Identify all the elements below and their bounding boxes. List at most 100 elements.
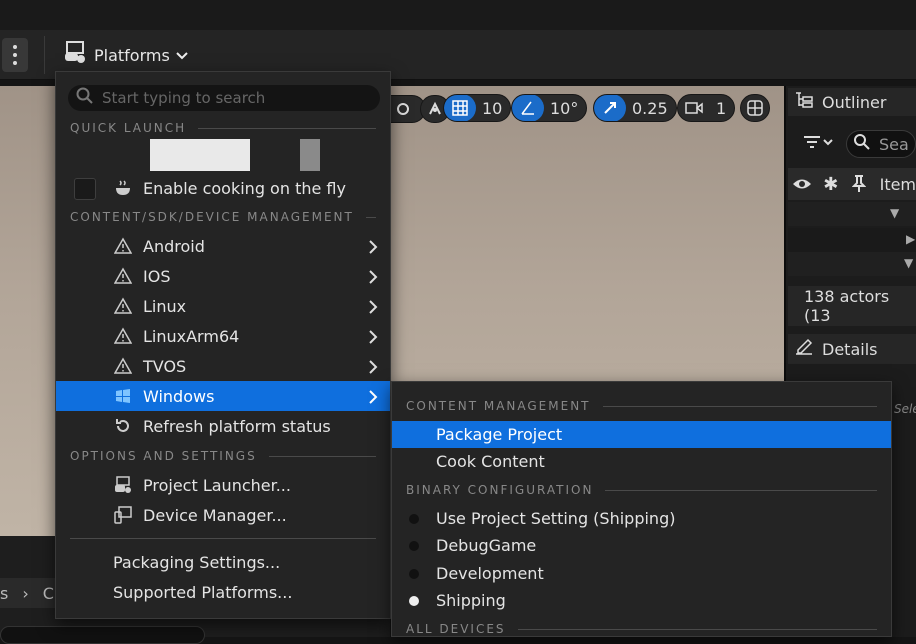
collapse-icon[interactable]: ▶ [906, 232, 915, 246]
scale-snap-icon[interactable] [594, 95, 626, 121]
radio-icon[interactable] [409, 568, 419, 579]
windows-platform-icon [114, 387, 132, 405]
windows-submenu: CONTENT MANAGEMENT Package Project Cook … [391, 381, 892, 637]
platform-item-linux[interactable]: Linux [56, 291, 390, 321]
title-bar [0, 0, 916, 30]
config-item-debuggame[interactable]: DebugGame [392, 532, 891, 559]
platform-item-tvos[interactable]: TVOS [56, 351, 390, 381]
tree-row[interactable]: ▼ [788, 202, 916, 226]
chevron-right-icon [368, 389, 378, 408]
tree-row[interactable]: ▶ [788, 228, 916, 252]
outliner-header-row: ✱ Item [788, 168, 916, 200]
warning-icon [114, 237, 132, 255]
all-devices-header: ALL DEVICES [406, 622, 877, 636]
scale-snap-value[interactable]: 0.25 [626, 99, 676, 118]
grid-snap-value[interactable]: 10 [476, 99, 510, 118]
visibility-icon[interactable] [788, 177, 817, 191]
binary-configuration-header: BINARY CONFIGURATION [406, 483, 877, 497]
refresh-icon [114, 417, 132, 435]
platform-item-ios[interactable]: IOS [56, 261, 390, 291]
chevron-right-icon: › [22, 584, 29, 603]
chevron-right-icon [368, 299, 378, 318]
menu-search-input[interactable]: Start typing to search [68, 85, 380, 111]
config-item-development[interactable]: Development [392, 560, 891, 587]
chevron-down-icon [176, 46, 188, 65]
warning-icon [114, 267, 132, 285]
expand-icon[interactable]: ▼ [890, 206, 899, 220]
platforms-button[interactable]: Platforms [62, 40, 188, 70]
camera-speed-pill[interactable]: 1 [677, 94, 736, 122]
chevron-right-icon [368, 239, 378, 258]
outliner-search-row: Sea [788, 128, 916, 160]
angle-snap-value[interactable]: 10° [544, 99, 586, 118]
more-options-button[interactable] [2, 38, 28, 72]
camera-icon [678, 95, 710, 121]
radio-icon[interactable] [409, 513, 419, 524]
chevron-right-icon [368, 329, 378, 348]
platform-item-linuxarm64[interactable]: LinuxArm64 [56, 321, 390, 351]
grid-snap-pill[interactable]: 10 [443, 94, 512, 122]
pin-icon[interactable] [845, 175, 874, 193]
warning-icon [114, 297, 132, 315]
enable-cooking-label: Enable cooking on the fly [143, 178, 346, 198]
viewport-layout-button[interactable] [740, 94, 770, 122]
viewport-toolbar [374, 94, 450, 124]
project-launcher-item[interactable]: Project Launcher... [56, 470, 390, 500]
cook-content-item[interactable]: Cook Content [392, 448, 891, 475]
platforms-label: Platforms [94, 45, 170, 65]
details-tab[interactable]: Details [788, 334, 916, 364]
filter-icon[interactable] [802, 134, 836, 154]
quick-launch-device-thumbnail[interactable] [150, 139, 250, 171]
angle-snap-pill[interactable]: 10° [511, 94, 588, 122]
chevron-right-icon [368, 269, 378, 288]
radio-icon[interactable] [409, 540, 419, 551]
device-manager-icon [114, 506, 132, 524]
config-item-project-setting[interactable]: Use Project Setting (Shipping) [392, 505, 891, 532]
chevron-right-icon [368, 359, 378, 378]
quick-launch-header: QUICK LAUNCH [70, 121, 376, 135]
packaging-settings-item[interactable]: Packaging Settings... [56, 547, 390, 577]
expand-icon[interactable]: ▼ [904, 256, 913, 270]
package-project-item[interactable]: Package Project [392, 421, 891, 448]
outliner-icon [794, 91, 814, 113]
grid-snap-icon[interactable] [444, 95, 476, 121]
platforms-icon [62, 40, 88, 70]
refresh-platform-status-item[interactable]: Refresh platform status [56, 411, 390, 441]
options-settings-header: OPTIONS AND SETTINGS [70, 449, 376, 463]
device-manager-item[interactable]: Device Manager... [56, 500, 390, 530]
config-item-shipping[interactable]: Shipping [392, 587, 891, 614]
outliner-search-input[interactable]: Sea [846, 130, 916, 158]
platform-item-windows[interactable]: Windows [56, 381, 390, 411]
breadcrumb-item[interactable]: s [0, 584, 8, 603]
platform-item-android[interactable]: Android [56, 231, 390, 261]
menu-divider [70, 538, 376, 539]
warning-icon [114, 327, 132, 345]
cooking-checkbox[interactable] [74, 178, 96, 200]
search-icon [76, 87, 94, 109]
world-local-icon[interactable] [387, 96, 419, 122]
details-title: Details [822, 339, 878, 359]
layout-icon [741, 95, 769, 121]
details-icon [794, 338, 814, 360]
quick-launch-device-thumbnail[interactable] [300, 139, 320, 171]
cooking-icon [114, 179, 132, 197]
project-launcher-icon [114, 476, 132, 494]
warning-icon [114, 357, 132, 375]
favorite-icon[interactable]: ✱ [817, 174, 846, 195]
content-search-input[interactable] [0, 626, 205, 644]
supported-platforms-item[interactable]: Supported Platforms... [56, 577, 390, 607]
breadcrumb-item[interactable]: C [43, 584, 54, 603]
camera-speed-value[interactable]: 1 [710, 99, 734, 118]
item-column-header[interactable]: Item [874, 175, 916, 194]
details-hint: Sele [894, 402, 916, 416]
outliner-search-placeholder: Sea [879, 134, 909, 154]
search-icon [853, 133, 871, 155]
enable-cooking-toggle[interactable]: Enable cooking on the fly [56, 173, 390, 203]
content-mgmt-header: CONTENT/SDK/DEVICE MANAGEMENT [70, 210, 376, 224]
content-management-header: CONTENT MANAGEMENT [406, 399, 877, 413]
angle-snap-icon[interactable] [512, 95, 544, 121]
scale-snap-pill[interactable]: 0.25 [593, 94, 677, 122]
radio-selected-icon[interactable] [409, 595, 419, 606]
outliner-tab[interactable]: Outliner [788, 88, 916, 116]
tree-row[interactable]: ▼ [788, 252, 916, 276]
